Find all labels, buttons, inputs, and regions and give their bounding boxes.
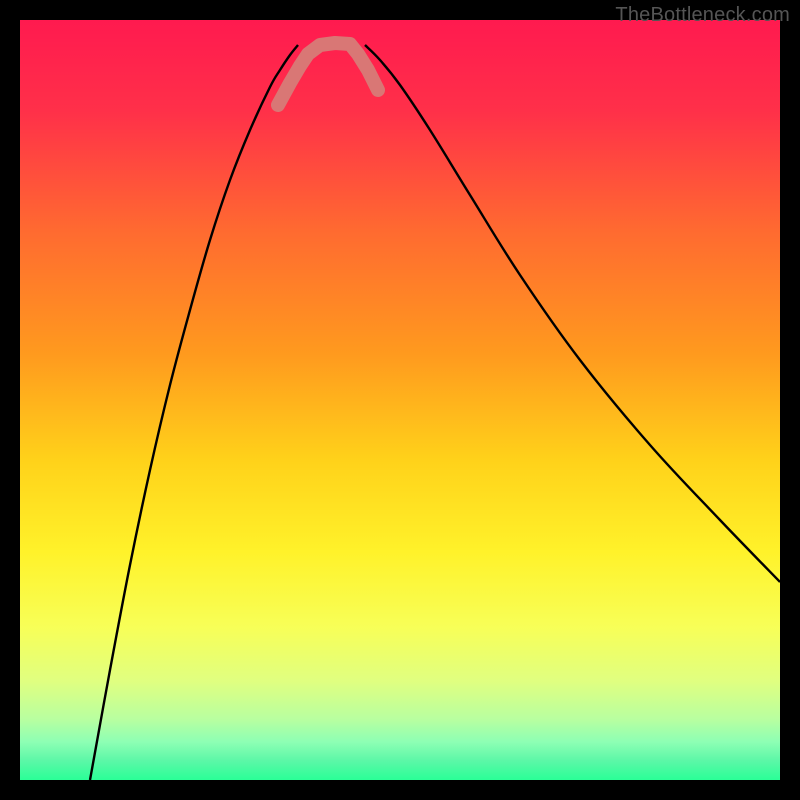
watermark-text: TheBottleneck.com: [615, 4, 790, 27]
chart-svg: [20, 20, 780, 780]
gradient-background: [20, 20, 780, 780]
plot-area: [20, 20, 780, 780]
chart-stage: TheBottleneck.com: [0, 0, 800, 800]
